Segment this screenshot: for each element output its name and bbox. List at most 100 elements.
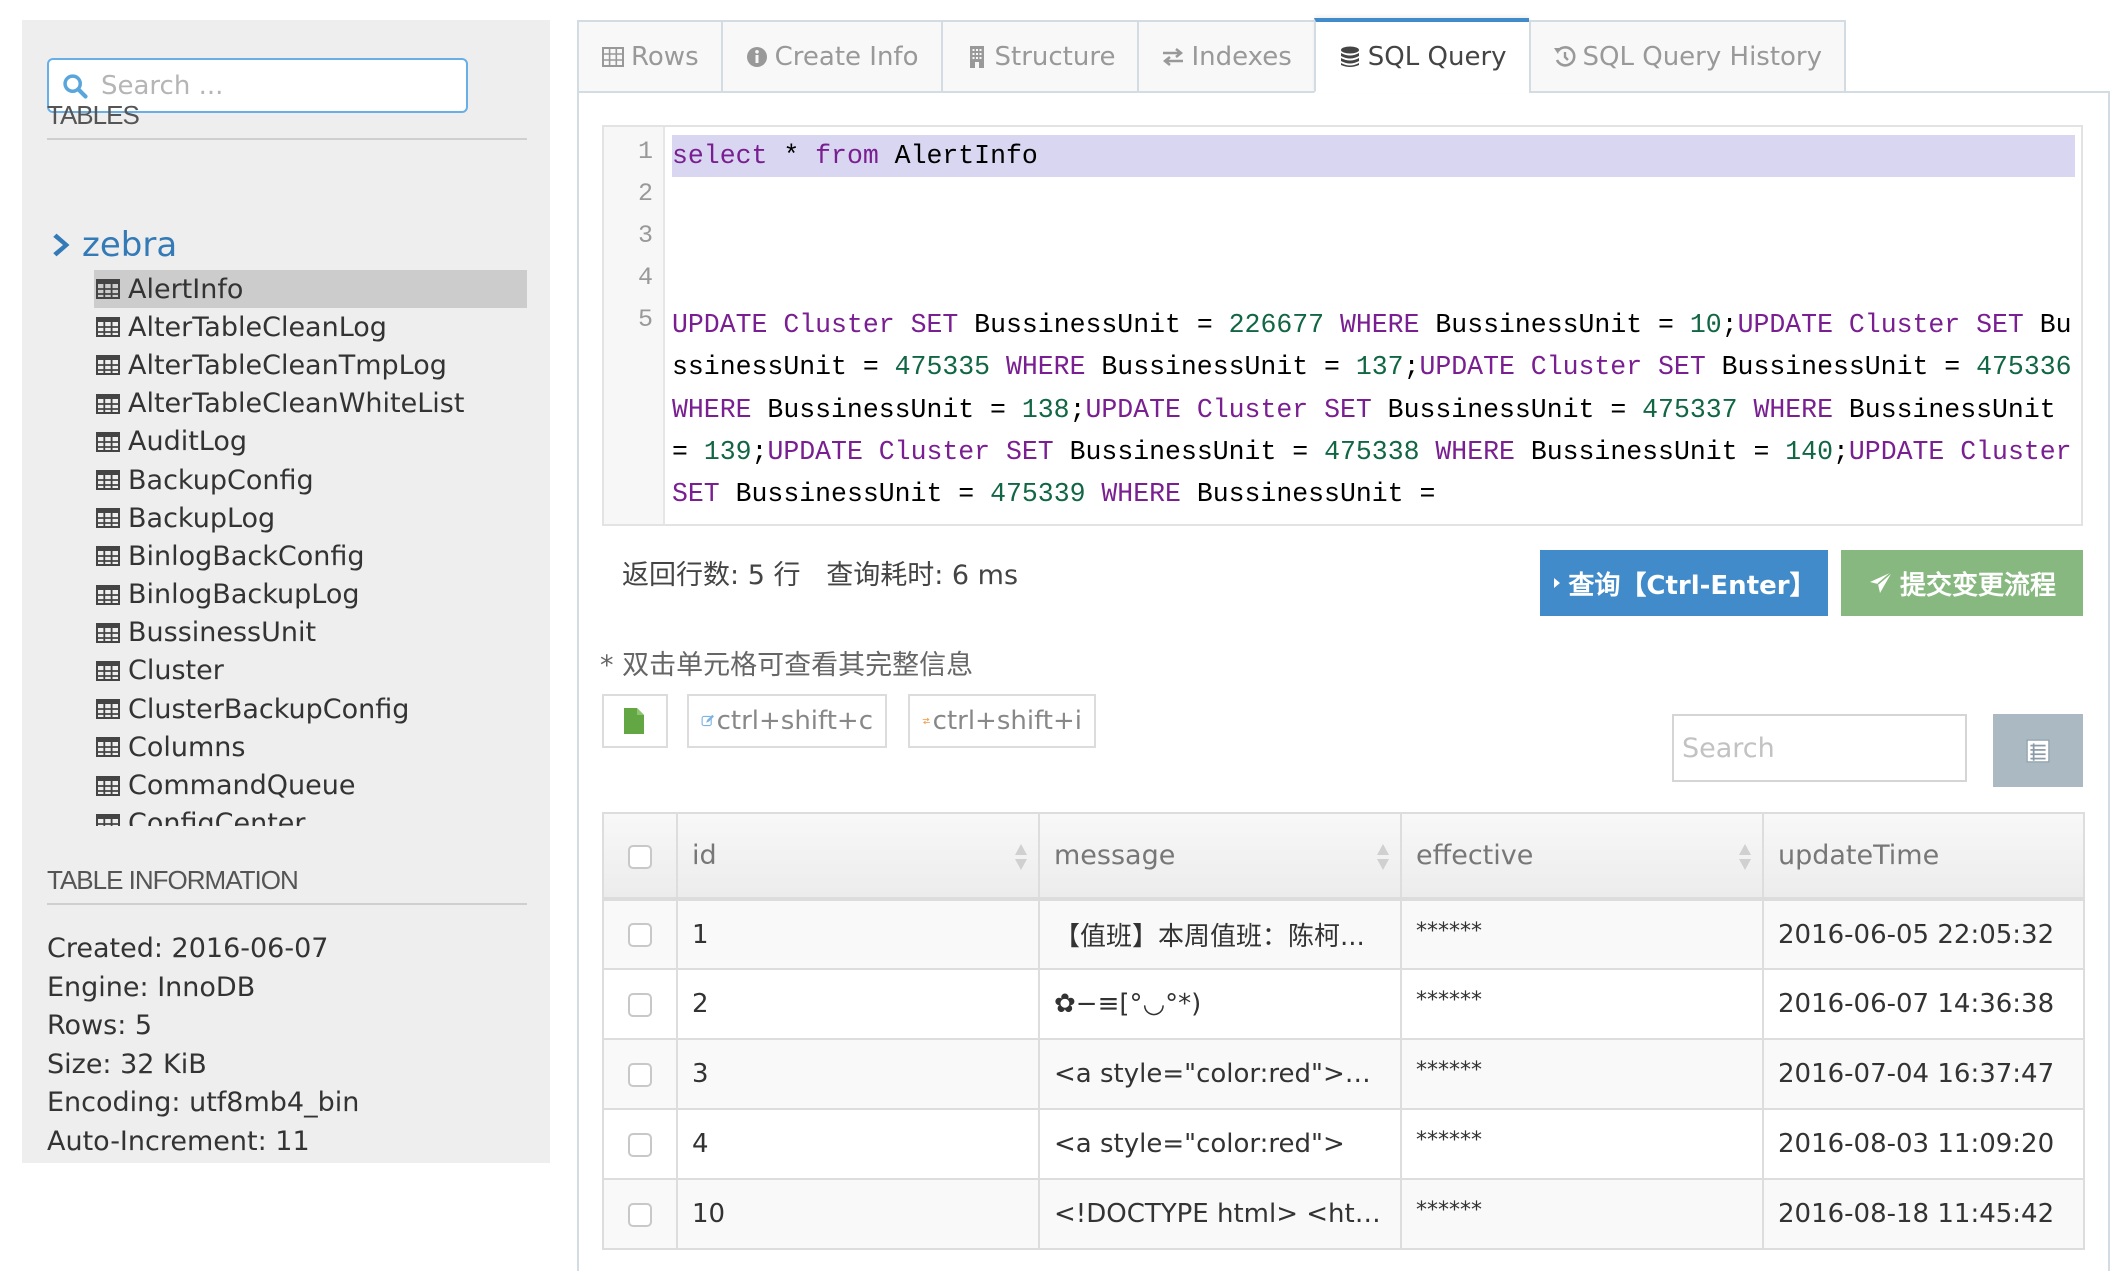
table-item[interactable]: AuditLog — [94, 423, 527, 461]
table-search-input[interactable] — [99, 69, 459, 102]
table-name: AlterTableCleanWhiteList — [128, 388, 465, 420]
table-icon — [602, 46, 624, 67]
table-row[interactable]: 10 <!DOCTYPE html> <html... ****** 2016-08-… — [602, 1178, 2085, 1250]
sort-icon[interactable] — [1014, 840, 1028, 874]
row-checkbox[interactable] — [628, 1132, 652, 1157]
table-icon — [96, 317, 120, 338]
column-header-updatetime[interactable]: updateTime — [1762, 812, 2085, 901]
table-item[interactable]: Cluster — [94, 652, 527, 690]
cell-id[interactable]: 2 — [676, 968, 1040, 1040]
cell-effective[interactable]: ****** — [1400, 898, 1764, 970]
table-icon — [96, 622, 120, 643]
code-line[interactable] — [672, 262, 2075, 304]
table-item[interactable]: AlterTableCleanWhiteList — [94, 385, 527, 423]
table-item[interactable]: BackupConfig — [94, 461, 527, 499]
cell-message[interactable]: 【值班】本周值班：陈柯... — [1038, 898, 1402, 970]
search-icon — [63, 73, 88, 99]
table-item[interactable]: AlertInfo — [94, 270, 527, 309]
table-item[interactable]: BussinessUnit — [94, 614, 527, 652]
cell-updatetime[interactable]: 2016-07-04 16:37:47 — [1762, 1038, 2085, 1110]
tab-sql-query-history[interactable]: SQL Query History — [1528, 20, 1847, 93]
code-line[interactable]: select * from AlertInfo — [672, 135, 2075, 178]
table-item[interactable]: ClusterBackupConfig — [94, 690, 527, 728]
table-item[interactable]: BinlogBackConfig — [94, 537, 527, 575]
table-row[interactable]: 2 ✿−≡[°◡°*) ****** 2016-06-07 14:36:38 — [602, 968, 2085, 1040]
sql-number: 475339 — [990, 479, 1086, 510]
cell-message[interactable]: <a style="color:red">ht... — [1038, 1038, 1402, 1110]
cell-updatetime[interactable]: 2016-08-18 11:45:42 — [1762, 1178, 2085, 1250]
cell-effective[interactable]: ****** — [1400, 1178, 1764, 1250]
code-line[interactable]: UPDATE Cluster SET BussinessUnit = 22667… — [672, 304, 2075, 515]
cell-updatetime[interactable]: 2016-06-05 22:05:32 — [1762, 898, 2085, 970]
row-checkbox[interactable] — [628, 992, 652, 1017]
table-name: BussinessUnit — [128, 617, 317, 649]
row-checkbox[interactable] — [628, 1202, 652, 1227]
tab-indexes[interactable]: Indexes — [1137, 20, 1314, 93]
insert-button[interactable]: ctrl+shift+i — [908, 694, 1096, 748]
export-button[interactable] — [602, 694, 668, 748]
table-item[interactable]: CommandQueue — [94, 766, 527, 804]
column-header-effective[interactable]: effective — [1400, 812, 1764, 901]
cell-effective[interactable]: ****** — [1400, 968, 1764, 1040]
table-info-line: Encoding: utf8mb4_bin — [47, 1087, 360, 1118]
cell-effective[interactable]: ****** — [1400, 1108, 1764, 1180]
sql-keyword: UPDATE — [1419, 352, 1515, 383]
sort-icon[interactable] — [1738, 840, 1752, 874]
sql-number: 475337 — [1642, 394, 1738, 425]
sql-editor[interactable]: 1 2 3 4 5 select * from AlertInfo UPDATE Clus… — [602, 125, 2083, 526]
table-name: BinlogBackConfig — [128, 540, 365, 572]
table-row[interactable]: 3 <a style="color:red">ht... ****** 2016-07… — [602, 1038, 2085, 1110]
cell-message[interactable]: <!DOCTYPE html> <html... — [1038, 1178, 1402, 1250]
table-item[interactable]: AlterTableCleanTmpLog — [94, 346, 527, 384]
select-all-checkbox[interactable] — [628, 844, 652, 869]
line-number-gutter: 1 2 3 4 5 — [604, 127, 665, 524]
sql-keyword: Cluster — [1960, 437, 2072, 468]
database-node-zebra[interactable]: zebra — [52, 225, 177, 265]
cell-id[interactable]: 3 — [676, 1038, 1040, 1110]
code-line[interactable] — [672, 177, 2075, 219]
sql-keyword: UPDATE — [1085, 394, 1181, 425]
cell-message[interactable]: ✿−≡[°◡°*) — [1038, 968, 1402, 1040]
tab-create-info[interactable]: Create Info — [720, 20, 941, 93]
code-line[interactable] — [672, 220, 2075, 262]
table-row[interactable]: 1 【值班】本周值班：陈柯... ****** 2016-06-05 22:05:32 — [602, 898, 2085, 970]
row-checkbox[interactable] — [628, 1062, 652, 1087]
column-header-id[interactable]: id — [676, 812, 1040, 901]
run-query-label: 查询【Ctrl-Enter】 — [1568, 570, 1816, 601]
table-icon — [96, 775, 120, 796]
table-list[interactable]: AlertInfo AlterTableCleanLog AlterTableCle… — [94, 270, 527, 826]
submit-change-button[interactable]: 提交变更流程 — [1841, 550, 2083, 616]
row-checkbox[interactable] — [628, 923, 652, 947]
sort-icon[interactable] — [1376, 840, 1390, 874]
copy-button[interactable]: ctrl+shift+c — [687, 694, 887, 748]
table-item[interactable]: AlterTableCleanLog — [94, 308, 527, 346]
tab-structure[interactable]: Structure — [940, 20, 1138, 93]
grid-search-input[interactable] — [1672, 714, 1967, 782]
sql-number: 475338 — [1324, 437, 1420, 468]
building-icon — [969, 45, 984, 68]
columns-toggle-button[interactable] — [1993, 714, 2083, 787]
table-item[interactable]: BinlogBackupLog — [94, 576, 527, 614]
sql-number: 140 — [1785, 437, 1833, 468]
cell-id[interactable]: 10 — [676, 1178, 1040, 1250]
line-number: 2 — [637, 179, 653, 208]
table-item[interactable]: ConfigCenter — [94, 805, 527, 826]
sql-keyword: WHERE — [672, 394, 752, 425]
table-item[interactable]: Columns — [94, 728, 527, 766]
tab-sql-query[interactable]: SQL Query — [1313, 18, 1529, 93]
cell-id[interactable]: 4 — [676, 1108, 1040, 1180]
cell-updatetime[interactable]: 2016-08-03 11:09:20 — [1762, 1108, 2085, 1180]
table-row[interactable]: 4 <a style="color:red"> ****** 2016-08-03 1… — [602, 1108, 2085, 1180]
sql-keyword: SET — [1976, 310, 2024, 341]
sql-code[interactable]: select * from AlertInfo UPDATE Cluster SE… — [672, 135, 2075, 516]
sql-keyword: UPDATE — [672, 310, 768, 341]
cell-effective[interactable]: ****** — [1400, 1038, 1764, 1110]
cell-id[interactable]: 1 — [676, 898, 1040, 970]
tab-rows[interactable]: Rows — [577, 20, 721, 93]
sql-keyword: Cluster — [1848, 310, 1961, 341]
column-header-message[interactable]: message — [1038, 812, 1402, 901]
run-query-button[interactable]: 查询【Ctrl-Enter】 — [1540, 550, 1828, 616]
cell-message[interactable]: <a style="color:red"> — [1038, 1108, 1402, 1180]
table-item[interactable]: BackupLog — [94, 499, 527, 537]
cell-updatetime[interactable]: 2016-06-07 14:36:38 — [1762, 968, 2085, 1040]
